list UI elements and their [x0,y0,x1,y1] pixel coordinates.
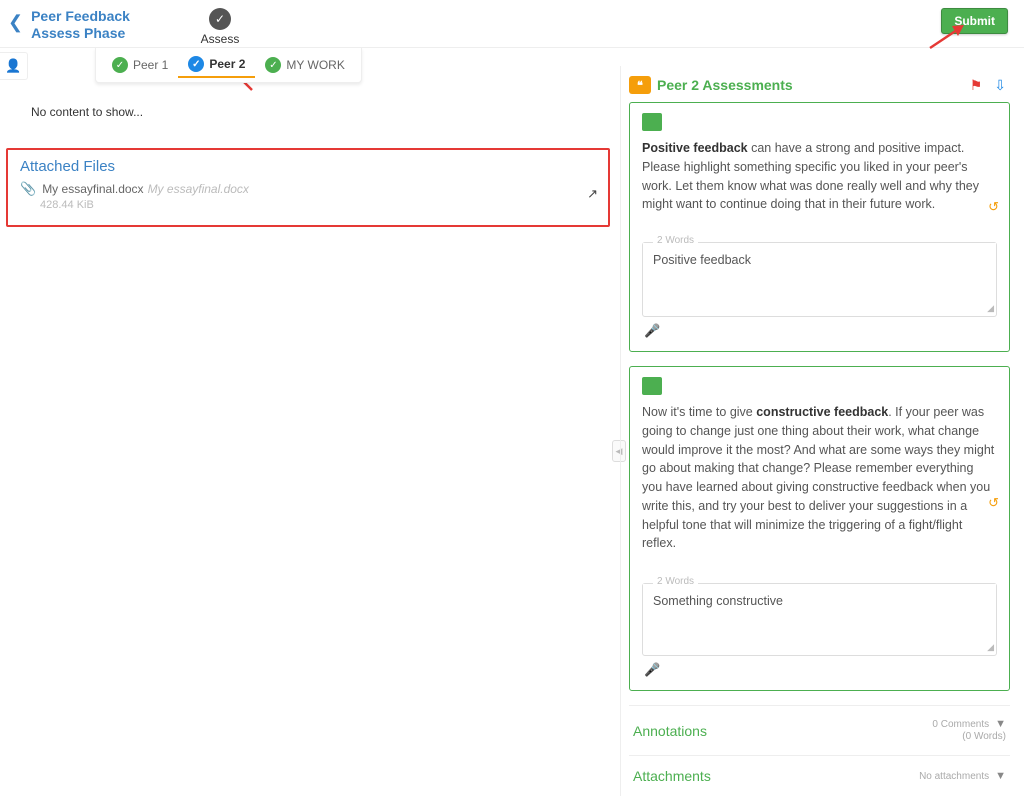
header: ❮ Peer Feedback Assess Phase Submit [0,0,1024,48]
section-meta: No attachments ▼ [919,770,1006,783]
section-meta: 0 Comments ▼ (0 Words) [932,718,1006,743]
mic-row: 🎤 [642,656,997,680]
header-left: ❮ Peer Feedback Assess Phase [8,8,130,42]
comment-icon [642,113,662,131]
prompt-lead: Positive feedback [642,141,748,155]
section-title: Attachments [633,768,711,784]
back-arrow-icon[interactable]: ❮ [8,8,31,33]
tab-label: MY WORK [286,58,344,72]
tab-peer1[interactable]: ✓ Peer 1 [102,52,178,78]
annotations-section[interactable]: Annotations 0 Comments ▼ (0 Words) [629,705,1010,755]
file-row[interactable]: 📎 My essayfinal.docx My essayfinal.docx [20,181,596,197]
check-icon: ✓ [188,56,204,72]
panel-title-wrap: ❝ Peer 2 Assessments [629,76,793,94]
sidebar-toggle-icon[interactable]: 👤 [0,52,28,80]
content-area: No content to show... Attached Files 📎 M… [6,82,610,227]
refresh-icon[interactable]: ↺ [988,495,999,511]
panel-title: Peer 2 Assessments [657,77,793,93]
file-size: 428.44 KiB [40,199,596,211]
chevron-down-icon: ▼ [995,770,1006,782]
microphone-icon[interactable]: 🎤 [644,662,660,677]
panel-header: ❝ Peer 2 Assessments ⚑ ⇩ [629,74,1010,102]
positive-feedback-card: Positive feedback can have a strong and … [629,102,1010,352]
phase-indicator: ✓ Assess [185,8,255,50]
resize-icon[interactable]: ◢ [987,303,994,314]
attachments-section[interactable]: Attachments No attachments ▼ [629,755,1010,796]
tab-mywork[interactable]: ✓ MY WORK [255,52,354,78]
prompt-bold: constructive feedback [756,405,888,419]
download-icon[interactable]: ⇩ [994,77,1006,94]
meta-line2: (0 Words) [962,731,1006,742]
peer-tabs: ✓ Peer 1 ✓ Peer 2 ✓ MY WORK [95,48,362,83]
flag-icon[interactable]: ⚑ [970,77,983,94]
constructive-prompt: Now it's time to give constructive feedb… [642,403,997,553]
attached-title: Attached Files [20,158,596,175]
assessment-panel: ❝ Peer 2 Assessments ⚑ ⇩ Positive feedba… [620,66,1018,796]
file-name-hint: My essayfinal.docx [148,182,249,196]
open-external-icon[interactable]: ↗ [587,186,598,202]
check-icon: ✓ [265,57,281,73]
prompt-pre: Now it's time to give [642,405,756,419]
positive-textarea[interactable]: Positive feedback [643,243,996,313]
constructive-textarea[interactable]: Something constructive [643,584,996,652]
submit-button[interactable]: Submit [941,8,1008,34]
positive-input-wrap: 2 Words Positive feedback ◢ [642,242,997,317]
check-icon: ✓ [209,8,231,30]
tab-peer2[interactable]: ✓ Peer 2 [178,52,255,78]
tab-label: Peer 1 [133,58,168,72]
quote-icon: ❝ [629,76,651,94]
mic-row: 🎤 [642,317,997,341]
panel-actions: ⚑ ⇩ [970,77,1006,94]
file-name: My essayfinal.docx [42,182,143,196]
title-line2: Assess Phase [31,25,130,42]
phase-label: Assess [185,32,255,46]
attached-files-section: Attached Files 📎 My essayfinal.docx My e… [6,148,610,227]
refresh-icon[interactable]: ↺ [988,199,999,215]
word-count: 2 Words [653,576,698,587]
microphone-icon[interactable]: 🎤 [644,323,660,338]
meta-line1: 0 Comments [932,719,989,730]
paperclip-icon: 📎 [20,181,36,197]
chevron-down-icon: ▼ [995,718,1006,730]
constructive-feedback-card: Now it's time to give constructive feedb… [629,366,1010,691]
meta-text: No attachments [919,771,989,782]
empty-state: No content to show... [6,82,610,142]
page-title: Peer Feedback Assess Phase [31,8,130,42]
title-line1: Peer Feedback [31,8,130,25]
check-icon: ✓ [112,57,128,73]
word-count: 2 Words [653,235,698,246]
prompt-rest: . If your peer was going to change just … [642,405,994,550]
constructive-input-wrap: 2 Words Something constructive ◢ [642,583,997,656]
comment-icon [642,377,662,395]
positive-prompt: Positive feedback can have a strong and … [642,139,997,214]
resize-icon[interactable]: ◢ [987,642,994,653]
section-title: Annotations [633,723,707,739]
tab-label: Peer 2 [209,57,245,71]
